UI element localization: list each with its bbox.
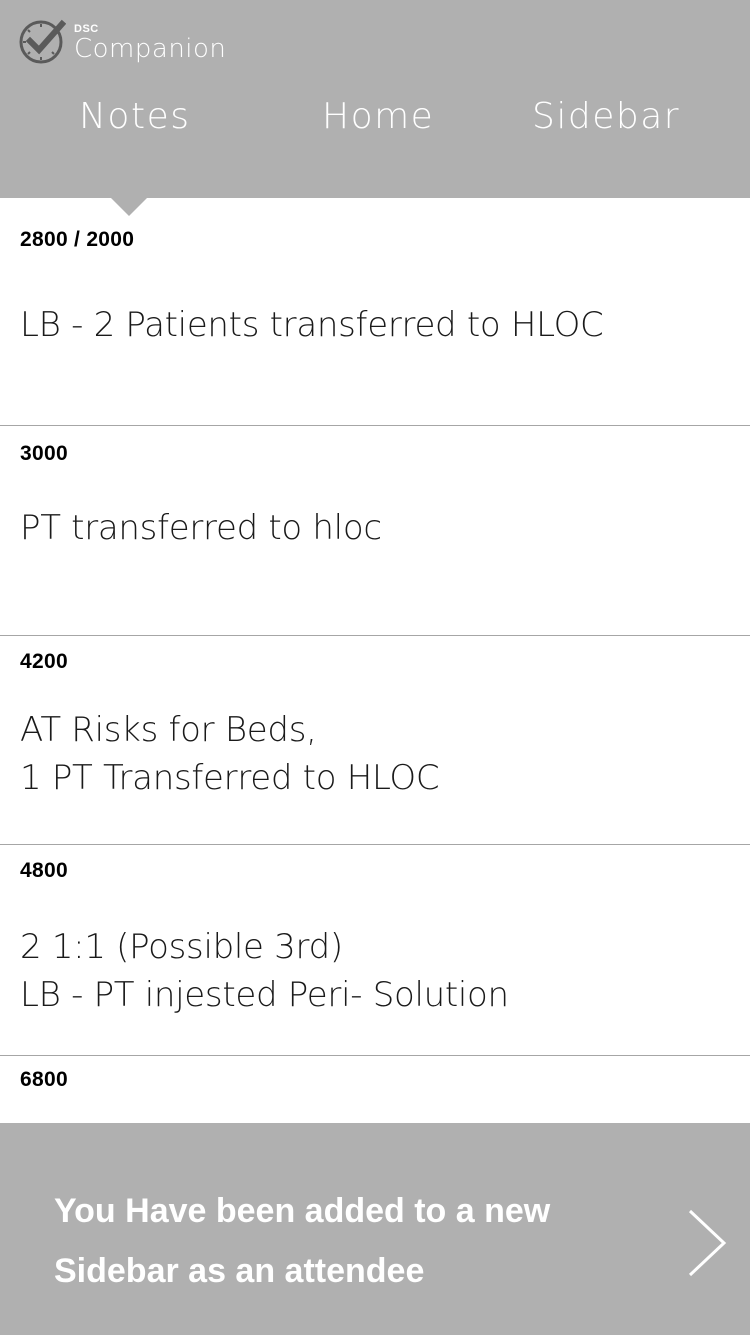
note-body: AT Risks for Beds, 1 PT Transferred to H… — [20, 710, 440, 798]
note-label: 4200 — [20, 650, 68, 673]
note-body: PT transferred to hloc — [20, 508, 382, 548]
note-item[interactable]: 4200 AT Risks for Beds, 1 PT Transferred… — [0, 636, 750, 845]
note-item[interactable]: 2800 / 2000 LB - 2 Patients transferred … — [0, 198, 750, 426]
clock-check-icon — [19, 19, 66, 64]
note-item[interactable]: 3000 PT transferred to hloc — [0, 426, 750, 636]
notification-message: You Have been added to a new Sidebar as … — [54, 1192, 551, 1290]
notes-list: 2800 / 2000 LB - 2 Patients transferred … — [0, 198, 750, 1146]
logo-small-text: DSC — [74, 22, 99, 35]
tab-sidebar[interactable]: Sidebar — [532, 96, 680, 137]
note-item[interactable]: 4800 2 1:1 (Possible 3rd) LB - PT injest… — [0, 845, 750, 1056]
tab-home[interactable]: Home — [322, 96, 434, 137]
note-label: 6800 — [20, 1068, 68, 1091]
sidebar-notification-banner[interactable]: You Have been added to a new Sidebar as … — [0, 1123, 750, 1335]
app-logo: DSC Companion — [18, 18, 226, 66]
app-header: DSC Companion Notes Home Sidebar — [0, 0, 750, 198]
note-label: 2800 / 2000 — [20, 228, 135, 251]
tab-notes[interactable]: Notes — [79, 96, 190, 137]
note-body: LB - 2 Patients transferred to HLOC — [20, 305, 604, 345]
chevron-right-icon[interactable] — [686, 1207, 730, 1279]
selected-tab-pointer — [111, 198, 147, 216]
note-body: 2 1:1 (Possible 3rd) LB - PT injested Pe… — [20, 927, 509, 1015]
logo-name-text: Companion — [74, 33, 227, 64]
app-name: DSC Companion — [74, 22, 227, 64]
note-label: 3000 — [20, 442, 68, 465]
note-label: 4800 — [20, 859, 68, 882]
